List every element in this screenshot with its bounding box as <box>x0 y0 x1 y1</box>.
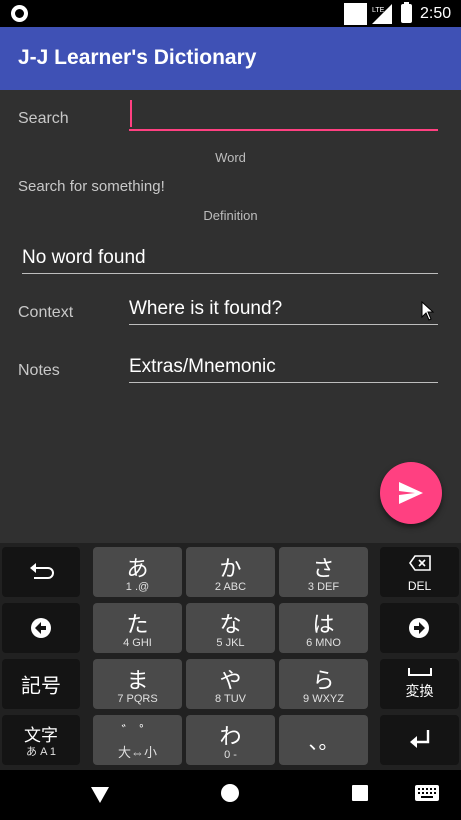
key-ta[interactable]: た 4 GHI <box>93 603 182 653</box>
key-label: ら <box>312 668 335 693</box>
symbols-key[interactable]: 記号 <box>2 659 80 709</box>
space-icon <box>408 668 432 676</box>
key-label: か <box>219 556 242 581</box>
enter-key[interactable] <box>380 715 459 765</box>
key-na[interactable]: な 5 JKL <box>186 603 275 653</box>
key-ma[interactable]: ま 7 PQRS <box>93 659 182 709</box>
space-convert-key[interactable]: 変換 <box>380 659 459 709</box>
word-label: Word <box>215 150 246 165</box>
svg-text:LTE: LTE <box>372 7 385 14</box>
key-sublabel: 2 ABC <box>214 581 247 593</box>
search-label: Search <box>18 110 69 127</box>
key-ra[interactable]: ら 9 WXYZ <box>279 659 368 709</box>
cursor-right-key[interactable] <box>380 603 459 653</box>
notification-square-icon <box>344 3 367 25</box>
recent-apps-icon[interactable] <box>351 784 369 802</box>
send-icon <box>399 482 423 504</box>
key-label: ゛ ゜ <box>121 723 154 739</box>
mouse-pointer-icon <box>421 301 435 321</box>
app-title: J-J Learner's Dictionary <box>18 46 257 69</box>
delete-key-label: DEL <box>407 579 432 593</box>
home-icon[interactable] <box>220 783 240 803</box>
key-sa[interactable]: さ 3 DEF <box>279 547 368 597</box>
key-sublabel: 大⇔小 <box>117 745 157 760</box>
word-value: Search for something! <box>18 178 165 195</box>
notes-label: Notes <box>18 362 60 379</box>
japanese-keyboard: 記号 文字 あ A 1 あ 1 .@ か 2 ABC さ 3 DEF た 4 G… <box>0 543 461 770</box>
key-sublabel: 6 MNO <box>306 637 341 649</box>
key-punctuation[interactable]: 、。 <box>279 715 368 765</box>
input-mode-sub: あ A 1 <box>26 746 56 758</box>
key-sublabel: 7 PQRS <box>117 693 158 705</box>
notification-icon <box>11 5 28 22</box>
backspace-icon <box>409 555 431 571</box>
key-label: や <box>219 668 242 693</box>
context-field[interactable]: Where is it found? <box>129 298 438 325</box>
convert-key-label: 変換 <box>405 683 434 699</box>
key-sublabel: 4 GHI <box>123 637 152 649</box>
arrow-right-icon <box>409 618 429 638</box>
key-label: な <box>219 612 242 637</box>
definition-value: No word found <box>22 247 146 268</box>
enter-icon <box>410 730 430 748</box>
navigation-bar <box>0 770 461 820</box>
definition-field[interactable]: No word found <box>22 247 438 274</box>
status-time: 2:50 <box>420 5 452 22</box>
undo-icon <box>30 563 54 579</box>
arrow-left-icon <box>31 618 51 638</box>
key-ha[interactable]: は 6 MNO <box>279 603 368 653</box>
key-label: あ <box>126 556 149 581</box>
definition-label: Definition <box>203 208 258 223</box>
dictionary-form: Search Word Search for something! Defini… <box>0 90 461 543</box>
battery-icon <box>401 2 412 23</box>
key-label: た <box>126 612 149 637</box>
key-sublabel: 3 DEF <box>307 581 340 593</box>
delete-key[interactable]: DEL <box>380 547 459 597</box>
key-label: わ <box>219 724 242 749</box>
lte-signal-icon: LTE <box>372 4 392 24</box>
send-button[interactable] <box>380 462 442 524</box>
context-label: Context <box>18 304 74 321</box>
text-cursor <box>130 100 132 127</box>
key-ya[interactable]: や 8 TUV <box>186 659 275 709</box>
key-sublabel: 1 .@ <box>125 581 150 593</box>
key-a[interactable]: あ 1 .@ <box>93 547 182 597</box>
context-value: Where is it found? <box>129 298 283 319</box>
key-ka[interactable]: か 2 ABC <box>186 547 275 597</box>
back-icon[interactable] <box>90 785 110 805</box>
status-bar: LTE 2:50 <box>0 0 461 27</box>
key-sublabel: 9 WXYZ <box>303 693 344 705</box>
key-label: 、。 <box>308 731 339 754</box>
notes-field[interactable]: Extras/Mnemonic <box>129 356 438 383</box>
key-label: は <box>312 612 335 637</box>
key-label: さ <box>312 556 335 581</box>
input-mode-key[interactable]: 文字 あ A 1 <box>2 715 80 765</box>
key-sublabel: 8 TUV <box>215 693 246 705</box>
key-label: ま <box>126 668 149 693</box>
keyboard-switch-icon[interactable] <box>415 785 439 801</box>
key-sublabel: 0 - <box>224 749 237 761</box>
search-input[interactable] <box>129 97 438 131</box>
cursor-left-key[interactable] <box>2 603 80 653</box>
notes-value: Extras/Mnemonic <box>129 356 276 377</box>
app-bar: J-J Learner's Dictionary <box>0 27 461 90</box>
undo-key[interactable] <box>2 547 80 597</box>
key-sublabel: 5 JKL <box>216 637 245 649</box>
key-dakuten[interactable]: ゛ ゜ 大⇔小 <box>93 715 182 765</box>
symbols-key-label: 記号 <box>21 675 61 698</box>
key-wa[interactable]: わ 0 - <box>186 715 275 765</box>
